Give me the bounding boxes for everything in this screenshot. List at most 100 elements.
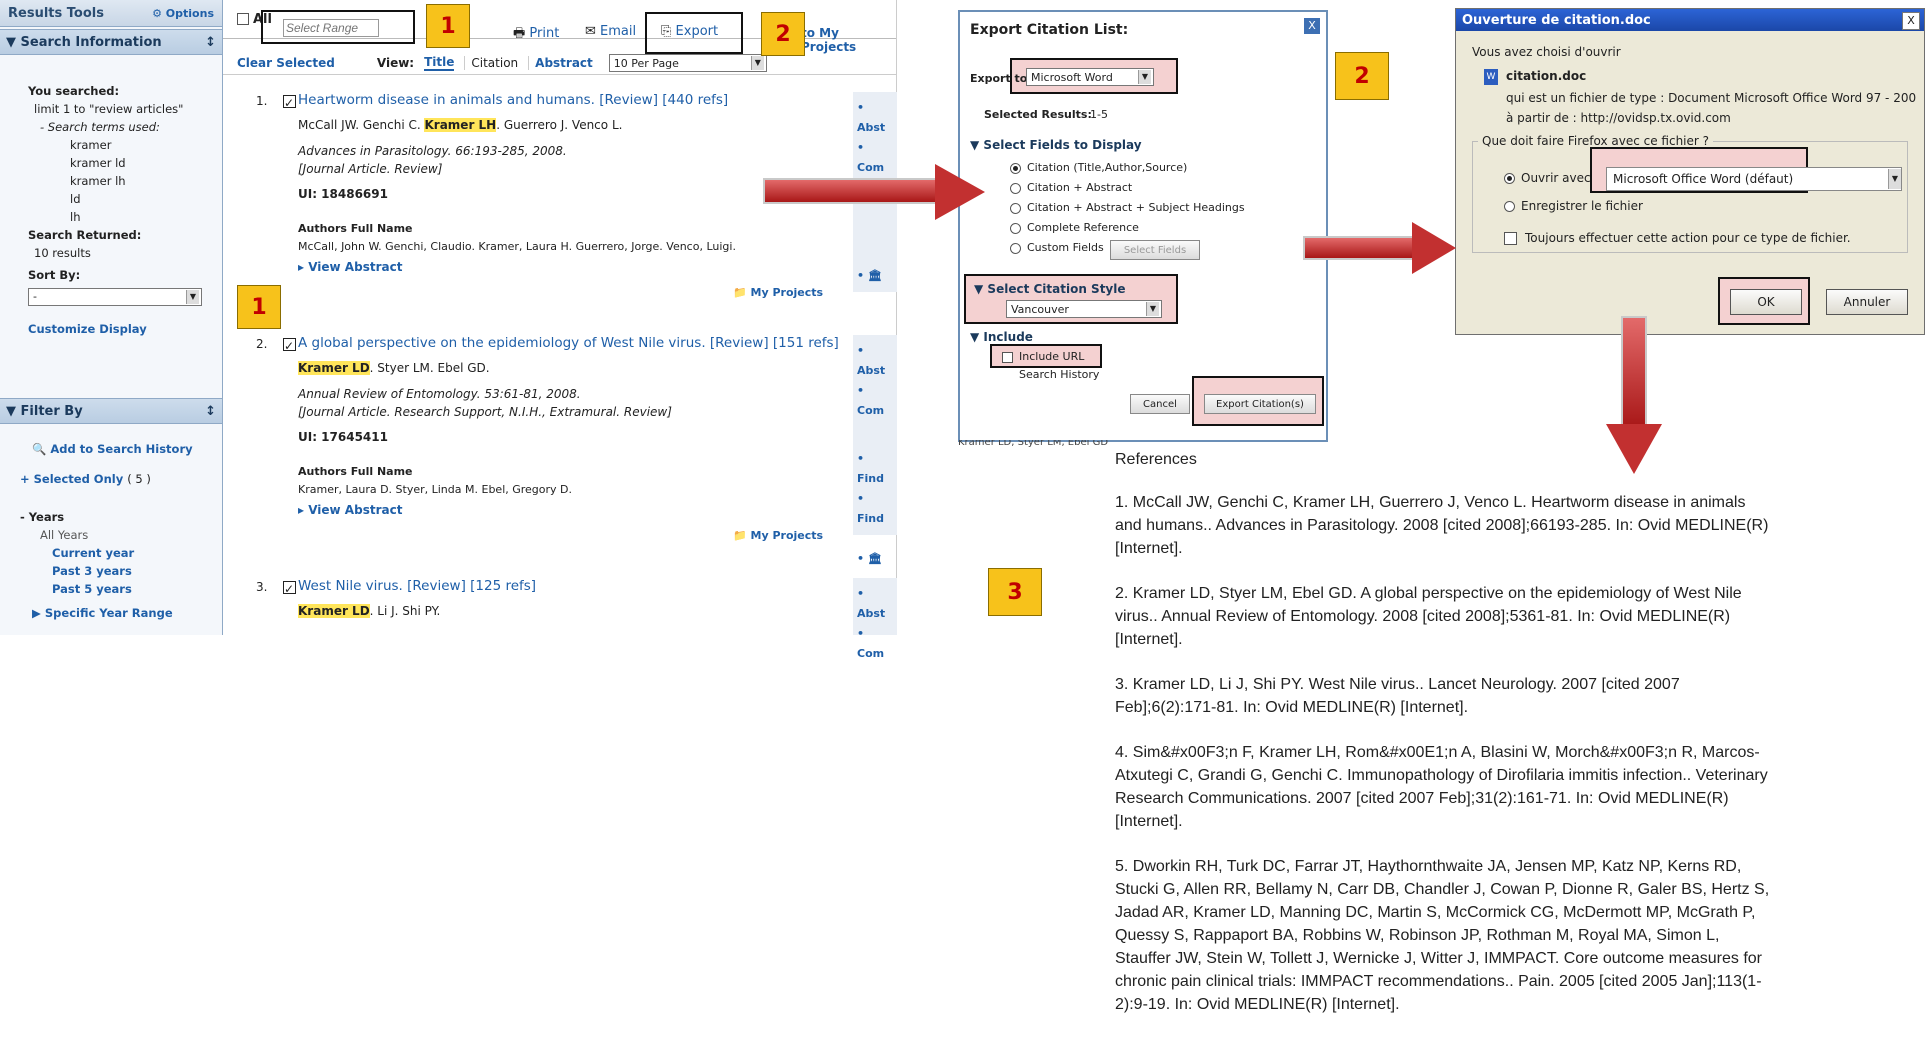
abstract-side-link[interactable]: • Abst (857, 98, 893, 138)
gear-icon: ⚙ (152, 6, 162, 20)
view-abstract-link[interactable]: ▸ View Abstract (298, 260, 402, 274)
complete-ref-side-link[interactable]: • Com (857, 624, 893, 664)
current-year-link[interactable]: Current year (20, 544, 218, 562)
clear-selected-link[interactable]: Clear Selected (237, 56, 335, 70)
folder-add-icon: 📁 (733, 286, 747, 299)
field-option-citation-abstract[interactable]: Citation + Abstract (1010, 178, 1245, 198)
resize-icon[interactable]: ↕ (205, 35, 216, 50)
abstract-side-link[interactable]: • Abst (857, 341, 893, 381)
selected-only-filter[interactable]: + Selected Only ( 5 ) (20, 470, 218, 488)
style-header[interactable]: ▼ Select Citation Style (974, 282, 1126, 296)
result-number: 2. (256, 337, 268, 351)
authors-full-name-label: Authors Full Name (298, 222, 413, 235)
email-button[interactable]: ✉ Email (585, 24, 636, 39)
customize-display-link[interactable]: Customize Display (28, 320, 218, 338)
chevron-down-icon: ▼ (186, 290, 199, 304)
library-icon[interactable]: • 🏛 (857, 549, 893, 569)
include-header[interactable]: ▼ Include (970, 330, 1033, 344)
add-to-history-link[interactable]: 🔍 Add to Search History (20, 440, 218, 458)
export-button[interactable]: ⎘ Export (661, 24, 718, 39)
complete-ref-side-link[interactable]: • Com (857, 138, 893, 178)
result-authors: McCall JW. Genchi C. Kramer LH. Guerrero… (298, 118, 623, 132)
magnifier-icon: 🔍 (32, 442, 47, 456)
step-badge-1: 1 (426, 4, 470, 48)
complete-ref-side-link[interactable]: • Com (857, 381, 893, 421)
view-abstract-link[interactable]: ▸ View Abstract (298, 503, 402, 517)
all-years-option[interactable]: All Years (20, 526, 218, 544)
field-option-complete-reference[interactable]: Complete Reference (1010, 218, 1245, 238)
firefox-open-dialog: Ouverture de citation.doc X Vous avez ch… (1455, 8, 1925, 335)
search-info-body: You searched: limit 1 to "review article… (28, 82, 218, 338)
close-icon[interactable]: X (1304, 18, 1320, 34)
options-button[interactable]: ⚙ Options (152, 7, 214, 20)
select-fields-button[interactable]: Select Fields (1110, 240, 1200, 260)
triangle-right-icon: ▸ (298, 260, 305, 274)
find-citing-side-link[interactable]: • Find (857, 489, 893, 529)
export-citation-dialog: Export Citation List: X Export to Micros… (958, 10, 1328, 442)
my-projects-link[interactable]: 📁 My Projects (733, 529, 823, 542)
result-checkbox[interactable]: ✓ (283, 338, 296, 353)
past-3-years-link[interactable]: Past 3 years (20, 562, 218, 580)
result-checkbox[interactable]: ✓ (283, 581, 296, 596)
cancel-button[interactable]: Cancel (1130, 394, 1190, 414)
triangle-down-icon: ▼ (6, 34, 16, 50)
result-number: 1. (256, 94, 268, 108)
annuler-button[interactable]: Annuler (1826, 289, 1908, 315)
view-abstract-tab[interactable]: Abstract (528, 56, 593, 70)
search-history-checkbox[interactable]: Search History (1002, 368, 1099, 381)
result-side-links: • Abst • Com • Find • Find • 🏛 (853, 335, 897, 565)
result-ui: UI: 17645411 (298, 430, 388, 444)
sort-by-select[interactable]: - ▼ (28, 288, 202, 306)
resize-icon[interactable]: ↕ (205, 404, 216, 419)
include-url-checkbox[interactable]: Include URL (1002, 350, 1084, 363)
close-icon[interactable]: X (1902, 12, 1920, 30)
results-tools-title: Results Tools (8, 5, 104, 21)
find-similar-side-link[interactable]: • Find (857, 449, 893, 489)
view-citation-tab[interactable]: Citation (464, 56, 518, 70)
abstract-side-link[interactable]: • Abst (857, 584, 893, 624)
open-with-radio[interactable]: Ouvrir avec (1504, 171, 1591, 185)
filter-by-header[interactable]: ▼ Filter By ↕ (0, 398, 222, 424)
field-option-subject-headings[interactable]: Citation + Abstract + Subject Headings (1010, 198, 1245, 218)
results-count: 10 results (34, 246, 91, 260)
result-title[interactable]: West Nile virus. [Review] [125 refs] (298, 578, 536, 594)
ok-button[interactable]: OK (1730, 289, 1802, 315)
open-with-select[interactable]: Microsoft Office Word (défaut) ▼ (1606, 167, 1902, 191)
dialog-bleed-text: Kramer LD, Styer LM, Ebel GD (958, 440, 1109, 448)
field-option-citation[interactable]: Citation (Title,Author,Source) (1010, 158, 1245, 178)
export-format-select[interactable]: Microsoft Word ▼ (1026, 68, 1154, 86)
save-file-radio[interactable]: Enregistrer le fichier (1504, 199, 1643, 213)
step-badge-2-dialog: 2 (1335, 52, 1389, 100)
selected-results-label: Selected Results: (984, 108, 1092, 121)
search-information-header[interactable]: ▼ Search Information ↕ (0, 29, 222, 55)
authors-full-name: McCall, John W. Genchi, Claudio. Kramer,… (298, 240, 736, 253)
per-page-select[interactable]: 10 Per Page ▼ (608, 54, 767, 72)
my-projects-link[interactable]: 📁 My Projects (733, 286, 823, 299)
result-title[interactable]: Heartworm disease in animals and humans.… (298, 92, 728, 108)
firefox-dialog-titlebar: Ouverture de citation.doc (1456, 9, 1924, 31)
result-title[interactable]: A global perspective on the epidemiology… (298, 335, 839, 351)
fields-header[interactable]: ▼ Select Fields to Display (970, 138, 1142, 152)
results-sidebar: Results Tools ⚙ Options ▼ Search Informa… (0, 0, 223, 635)
triangle-down-icon: ▼ (6, 403, 16, 419)
years-filter-label[interactable]: - Years (20, 508, 218, 526)
citation-style-select[interactable]: Vancouver ▼ (1006, 300, 1162, 318)
past-5-years-link[interactable]: Past 5 years (20, 580, 218, 598)
triangle-down-icon: ▼ (970, 330, 980, 344)
result-ui: UI: 18486691 (298, 187, 388, 201)
view-title-tab[interactable]: Title (424, 55, 455, 71)
select-range-input[interactable] (283, 19, 379, 37)
search-term: lh (70, 210, 81, 224)
specific-year-range-link[interactable]: ▶ Specific Year Range (20, 604, 218, 622)
always-do-checkbox[interactable]: Toujours effectuer cette action pour ce … (1504, 231, 1851, 245)
export-citations-button[interactable]: Export Citation(s) (1204, 394, 1316, 414)
export-icon: ⎘ (661, 24, 672, 39)
library-icon[interactable]: • 🏛 (857, 266, 893, 286)
triangle-down-icon: ▼ (974, 282, 984, 296)
print-button[interactable]: 🖶 Print (513, 24, 559, 46)
search-term: kramer lh (70, 174, 126, 188)
result-checkbox[interactable]: ✓ (283, 95, 296, 110)
add-to-my-projects-link[interactable]: to My Projects (801, 26, 896, 54)
reference-item: 1. McCall JW, Genchi C, Kramer LH, Guerr… (1115, 494, 1769, 557)
chevron-down-icon: ▼ (1146, 302, 1159, 316)
